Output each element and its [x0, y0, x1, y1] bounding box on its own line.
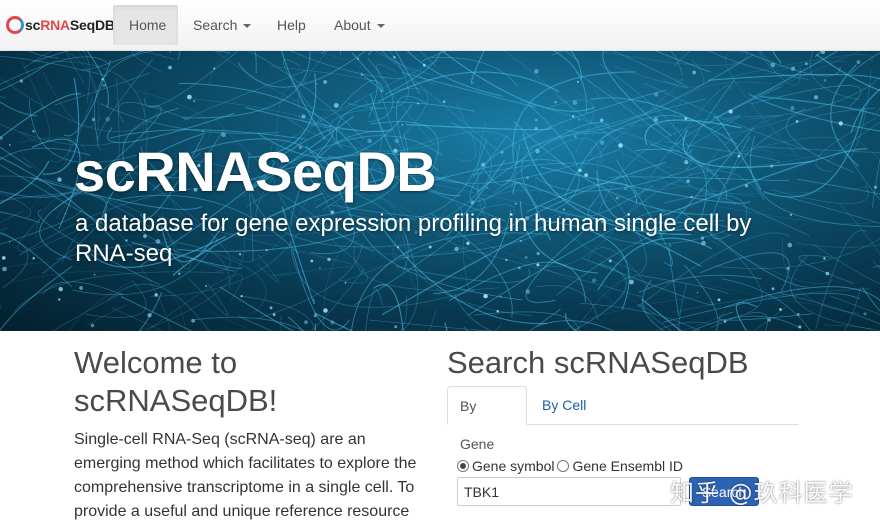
hero-title: scRNASeqDB: [74, 140, 437, 203]
gene-search-input[interactable]: [457, 477, 681, 506]
logo-icon: [6, 16, 24, 34]
id-type-radio-group: Gene symbol Gene Ensembl ID: [457, 458, 686, 474]
tab-by-gene[interactable]: By Gene: [447, 386, 527, 452]
gene-symbol-radio[interactable]: [457, 460, 469, 472]
hero-subtitle: a database for gene expression profiling…: [75, 210, 752, 267]
brand-name: scRNASeqDB: [25, 17, 115, 33]
hero-banner: scRNASeqDB a database for gene expressio…: [0, 51, 880, 331]
gene-ensembl-label: Gene Ensembl ID: [572, 458, 683, 474]
search-tabs: By Gene By Cell: [447, 386, 799, 452]
gene-ensembl-radio[interactable]: [557, 460, 570, 472]
tab-by-cell[interactable]: By Cell: [530, 386, 598, 424]
welcome-heading: Welcome to scRNASeqDB!: [74, 345, 278, 418]
brand-logo-link[interactable]: scRNASeqDB: [6, 12, 115, 38]
navbar: scRNASeqDB Home Search Help About: [0, 0, 880, 51]
watermark-text: 知乎 @玖科医学: [670, 479, 854, 507]
welcome-text: Single-cell RNA-Seq (scRNA-seq) are an e…: [74, 431, 417, 520]
nav-search-dropdown[interactable]: Search: [177, 5, 267, 45]
nav-help[interactable]: Help: [261, 5, 322, 45]
caret-down-icon: [376, 24, 385, 29]
search-heading: Search scRNASeqDB: [447, 345, 749, 380]
nav-home[interactable]: Home: [113, 5, 178, 45]
gene-symbol-label: Gene symbol: [472, 458, 555, 474]
nav-about-dropdown[interactable]: About: [318, 5, 401, 45]
caret-down-icon: [243, 24, 252, 29]
